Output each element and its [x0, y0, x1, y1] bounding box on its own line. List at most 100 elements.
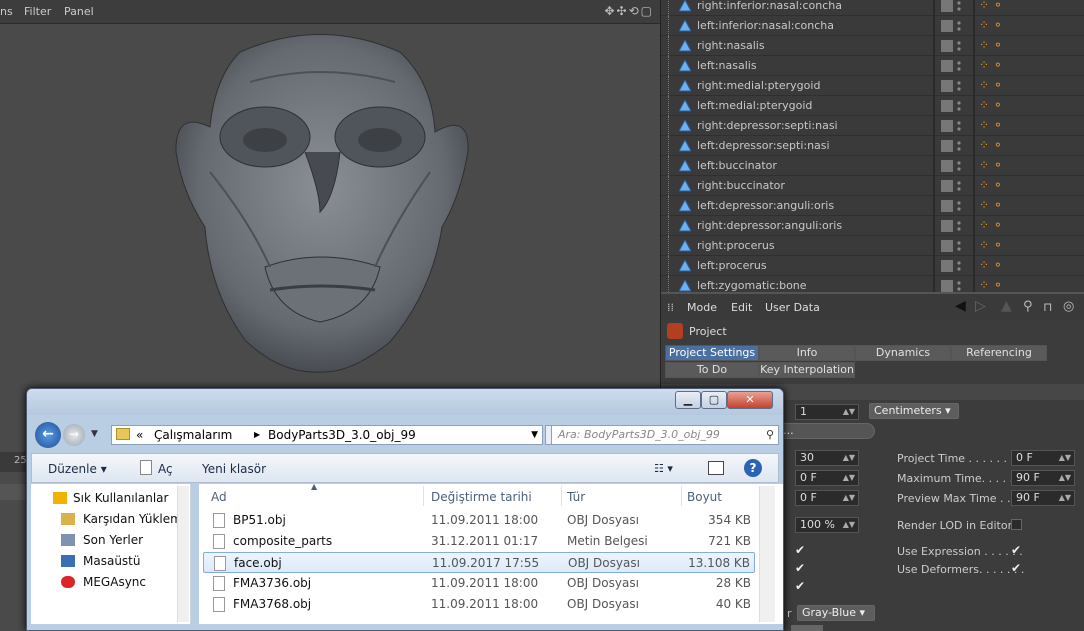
new-manager-icon[interactable]: ◎	[1063, 299, 1074, 314]
object-name[interactable]: right:depressor:septi:nasi	[697, 119, 838, 132]
visibility-dots-icon[interactable]	[957, 80, 961, 92]
visibility-dots-icon[interactable]	[957, 240, 961, 252]
layer-icon[interactable]	[941, 100, 953, 112]
tag-icons[interactable]: ⁘ ⚬	[979, 178, 1003, 192]
forward-arrow-icon[interactable]: ▷	[975, 298, 986, 314]
preview-min-time-field[interactable]: 0 F ▲▼	[795, 490, 859, 506]
spinner-icon[interactable]: ▲▼	[843, 491, 855, 505]
lock-icon[interactable]: ⊓	[1043, 300, 1052, 314]
object-row[interactable]: right:nasalis ⁘ ⚬	[661, 36, 1084, 56]
object-name[interactable]: right:buccinator	[697, 179, 785, 192]
visibility-dots-icon[interactable]	[957, 140, 961, 152]
render-lod-checkbox[interactable]	[1011, 519, 1022, 530]
viewport-menu-view[interactable]: ns	[0, 5, 13, 18]
checkmark-icon[interactable]: ✔	[795, 561, 805, 575]
layer-icon[interactable]	[941, 60, 953, 72]
spinner-icon[interactable]: ▲▼	[843, 471, 855, 485]
column-separator[interactable]	[561, 486, 562, 506]
tag-icons[interactable]: ⁘ ⚬	[979, 158, 1003, 172]
tag-icons[interactable]: ⁘ ⚬	[979, 18, 1003, 32]
tag-icons[interactable]: ⁘ ⚬	[979, 238, 1003, 252]
layer-icon[interactable]	[941, 120, 953, 132]
tab-dynamics[interactable]: Dynamics	[855, 345, 951, 361]
menu-mode[interactable]: Mode	[687, 301, 717, 314]
view-options-icon[interactable]: ☷ ▾	[654, 462, 673, 475]
object-name[interactable]: left:inferior:nasal:concha	[697, 19, 834, 32]
nav-item[interactable]: Son Yerler	[31, 530, 177, 550]
object-name[interactable]: left:buccinator	[697, 159, 777, 172]
open-button[interactable]: Aç	[158, 462, 173, 476]
layer-icon[interactable]	[941, 280, 953, 292]
fps-field[interactable]: 30 ▲▼	[795, 450, 859, 466]
visibility-dots-icon[interactable]	[957, 40, 961, 52]
tag-icons[interactable]: ⁘ ⚬	[979, 138, 1003, 152]
object-name[interactable]: left:zygomatic:bone	[697, 279, 807, 292]
object-row[interactable]: right:medial:pterygoid ⁘ ⚬	[661, 76, 1084, 96]
object-row[interactable]: right:inferior:nasal:concha ⁘ ⚬	[661, 0, 1084, 16]
column-date-modified[interactable]: Değiştirme tarihi	[431, 490, 532, 504]
tag-icons[interactable]: ⁘ ⚬	[979, 218, 1003, 232]
use-deformers-checkbox[interactable]: ✔	[1011, 561, 1021, 575]
layer-icon[interactable]	[941, 220, 953, 232]
file-list-scrollbar[interactable]	[759, 486, 775, 622]
use-expression-checkbox[interactable]: ✔	[1011, 543, 1021, 557]
visibility-dots-icon[interactable]	[957, 160, 961, 172]
file-row[interactable]: BP51.obj 11.09.2011 18:00 OBJ Dosyası 354 K…	[203, 510, 755, 531]
menu-edit[interactable]: Edit	[731, 301, 752, 314]
back-arrow-icon[interactable]: ◀	[955, 298, 966, 314]
visibility-dots-icon[interactable]	[957, 100, 961, 112]
nav-item[interactable]: Sık Kullanılanlar	[31, 488, 177, 508]
object-row[interactable]: right:depressor:septi:nasi ⁘ ⚬	[661, 116, 1084, 136]
minimize-button[interactable]: ▁	[675, 391, 701, 409]
layer-icon[interactable]	[941, 40, 953, 52]
object-row[interactable]: right:buccinator ⁘ ⚬	[661, 176, 1084, 196]
tab-to-do[interactable]: To Do	[665, 362, 759, 378]
file-row[interactable]: composite_parts 31.12.2011 01:17 Metin Bel…	[203, 531, 755, 552]
tag-icons[interactable]: ⁘ ⚬	[979, 38, 1003, 52]
breadcrumb-calismalarim[interactable]: Çalışmalarım	[154, 426, 232, 444]
tab-info[interactable]: Info	[759, 345, 855, 361]
tag-icons[interactable]: ⁘ ⚬	[979, 98, 1003, 112]
face-model[interactable]	[170, 22, 480, 382]
layer-icon[interactable]	[941, 160, 953, 172]
tag-icons[interactable]: ⁘ ⚬	[979, 118, 1003, 132]
object-row[interactable]: left:procerus ⁘ ⚬	[661, 256, 1084, 276]
nav-item[interactable]: MEGAsync	[31, 572, 177, 592]
tab-referencing[interactable]: Referencing	[951, 345, 1047, 361]
search-icon[interactable]: ⚲	[1023, 299, 1033, 314]
menu-user-data[interactable]: User Data	[765, 301, 820, 314]
tag-icons[interactable]: ⁘ ⚬	[979, 78, 1003, 92]
layer-icon[interactable]	[941, 20, 953, 32]
spinner-icon[interactable]: ▲▼	[843, 405, 855, 419]
level-of-detail-field[interactable]: 100 % ▲▼	[795, 517, 859, 533]
default-color-dropdown[interactable]: Gray-Blue ▾	[797, 605, 875, 621]
file-row[interactable]: FMA3736.obj 11.09.2011 18:00 OBJ Dosyası 28…	[203, 573, 755, 594]
layer-icon[interactable]	[941, 140, 953, 152]
breadcrumb-bodyparts[interactable]: BodyParts3D_3.0_obj_99	[268, 426, 416, 444]
tag-icons[interactable]: ⁘ ⚬	[979, 0, 1003, 12]
spinner-icon[interactable]: ▲▼	[843, 518, 855, 532]
organize-button[interactable]: Düzenle ▾	[48, 462, 107, 476]
viewport-menu-panel[interactable]: Panel	[64, 5, 94, 18]
tag-icons[interactable]: ⁘ ⚬	[979, 258, 1003, 272]
visibility-dots-icon[interactable]	[957, 200, 961, 212]
object-row[interactable]: left:inferior:nasal:concha ⁘ ⚬	[661, 16, 1084, 36]
object-name[interactable]: left:nasalis	[697, 59, 757, 72]
layer-icon[interactable]	[941, 260, 953, 272]
tag-icons[interactable]: ⁘ ⚬	[979, 58, 1003, 72]
back-button[interactable]: ←	[35, 422, 61, 448]
object-name[interactable]: left:depressor:anguli:oris	[697, 199, 834, 212]
object-row[interactable]: left:medial:pterygoid ⁘ ⚬	[661, 96, 1084, 116]
search-icon[interactable]: ⚲	[766, 426, 774, 444]
visibility-dots-icon[interactable]	[957, 260, 961, 272]
object-row[interactable]: right:depressor:anguli:oris ⁘ ⚬	[661, 216, 1084, 236]
object-row[interactable]: left:depressor:anguli:oris ⁘ ⚬	[661, 196, 1084, 216]
object-name[interactable]: left:medial:pterygoid	[697, 99, 812, 112]
tag-icons[interactable]: ⁘ ⚬	[979, 198, 1003, 212]
spinner-icon[interactable]: ▲▼	[1059, 451, 1071, 465]
column-separator[interactable]	[681, 486, 682, 506]
color-swatch[interactable]	[791, 625, 823, 631]
nav-item[interactable]: Karşıdan Yüklem	[31, 509, 182, 529]
help-icon[interactable]: ?	[744, 459, 762, 477]
forward-button[interactable]: →	[63, 424, 85, 446]
